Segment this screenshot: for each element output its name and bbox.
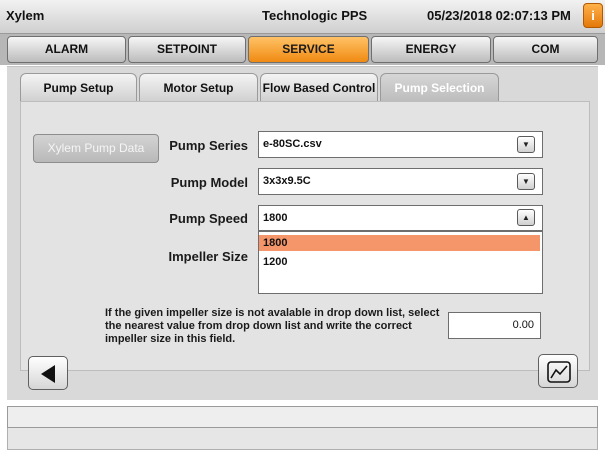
status-bar — [7, 406, 598, 428]
impeller-size-label: Impeller Size — [168, 249, 248, 264]
datetime: 05/23/2018 02:07:13 PM — [427, 8, 571, 23]
pump-speed-dropdown[interactable]: 1800 — [258, 205, 543, 231]
trend-button[interactable] — [538, 354, 578, 388]
trend-chart-icon — [547, 361, 571, 383]
chevron-down-icon[interactable]: ▼ — [517, 173, 535, 190]
chevron-up-icon[interactable]: ▲ — [517, 209, 535, 226]
status-bar-lower — [7, 428, 598, 450]
tab-energy[interactable]: ENERGY — [371, 36, 491, 63]
option-1200[interactable]: 1200 — [259, 254, 540, 270]
pump-series-dropdown[interactable]: e-80SC.csv — [258, 131, 543, 158]
subtab-motor-setup[interactable]: Motor Setup — [139, 73, 258, 102]
subtab-flow-based-control[interactable]: Flow Based Control — [260, 73, 378, 102]
subtab-pump-selection[interactable]: Pump Selection — [380, 73, 499, 102]
chevron-down-icon[interactable]: ▼ — [517, 136, 535, 153]
pump-model-label: Pump Model — [170, 175, 248, 190]
impeller-note: If the given impeller size is not avalab… — [105, 307, 440, 345]
pump-speed-label: Pump Speed — [169, 211, 248, 226]
pump-model-dropdown[interactable]: 3x3x9.5C — [258, 168, 543, 195]
app-title: Xylem — [6, 8, 45, 23]
back-button[interactable] — [28, 356, 68, 390]
xylem-pump-data-button[interactable]: Xylem Pump Data — [33, 134, 159, 163]
pump-speed-options: 1800 1200 — [258, 231, 543, 294]
pump-series-label: Pump Series — [169, 138, 248, 153]
info-button[interactable]: i — [583, 3, 603, 28]
pump-series-value: e-80SC.csv — [263, 138, 322, 150]
tab-service[interactable]: SERVICE — [248, 36, 369, 63]
tab-com[interactable]: COM — [493, 36, 598, 63]
tab-alarm[interactable]: ALARM — [7, 36, 126, 63]
subtab-pump-setup[interactable]: Pump Setup — [20, 73, 137, 102]
pump-model-value: 3x3x9.5C — [263, 175, 311, 187]
pump-speed-value: 1800 — [263, 212, 288, 224]
impeller-size-input[interactable]: 0.00 — [448, 312, 541, 339]
controller-name: Technologic PPS — [262, 8, 368, 23]
option-1800[interactable]: 1800 — [259, 235, 540, 251]
left-triangle-icon — [41, 365, 55, 383]
tab-setpoint[interactable]: SETPOINT — [128, 36, 246, 63]
